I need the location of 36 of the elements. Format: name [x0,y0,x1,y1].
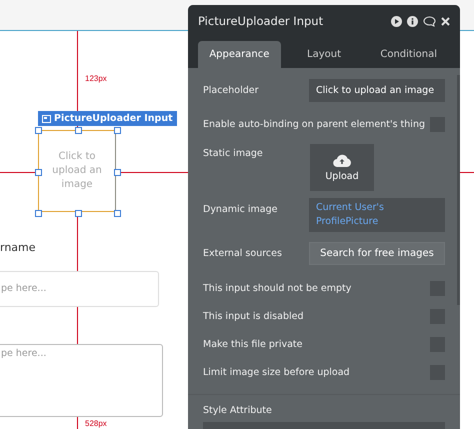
tab[interactable]: Conditional [367,41,450,68]
resize-handle[interactable] [114,210,121,217]
field-label: External sources [203,248,282,258]
field-label: Placeholder [203,84,259,96]
image-icon [42,114,51,122]
badge-label: PictureUploader Input [54,113,173,124]
placeholder-field[interactable]: Click to upload an image [309,78,445,102]
resize-handle[interactable] [35,210,42,217]
resize-handle[interactable] [114,169,121,176]
field-label: Dynamic image [203,204,278,215]
resize-handle[interactable] [114,127,121,134]
distance-label: 528px [85,419,107,428]
resize-handle[interactable] [35,169,42,176]
play-icon[interactable] [391,16,402,26]
resize-handle[interactable] [75,127,82,134]
cloud-upload-icon [333,154,351,166]
dynamic-image-field[interactable]: Current User's ProfilePicture [309,198,445,232]
resize-handle[interactable] [35,127,42,134]
distance-label: 123px [85,74,107,83]
checkbox-label: Limit image size before upload [203,366,350,378]
info-icon[interactable] [407,16,418,26]
resize-handle[interactable] [75,210,82,217]
checkbox-label: Enable auto-binding on parent element's thing [203,118,425,130]
checkbox-label: Make this file private [203,338,302,350]
tab[interactable]: Appearance [198,41,281,68]
tab[interactable]: Layout [282,41,366,68]
checkbox-label: This input should not be empty [203,282,352,294]
search-images-button[interactable]: Search for free images [309,242,445,264]
comment-icon[interactable] [423,16,436,26]
field-label: rname [0,241,36,254]
section-label: Style Attribute [203,405,273,416]
checkbox-label: This input is disabled [203,310,304,322]
close-icon[interactable] [441,16,450,26]
panel-title: PictureUploader Input [198,14,324,28]
upload-button[interactable]: Upload [310,144,374,191]
field-label: Static image [203,148,263,159]
